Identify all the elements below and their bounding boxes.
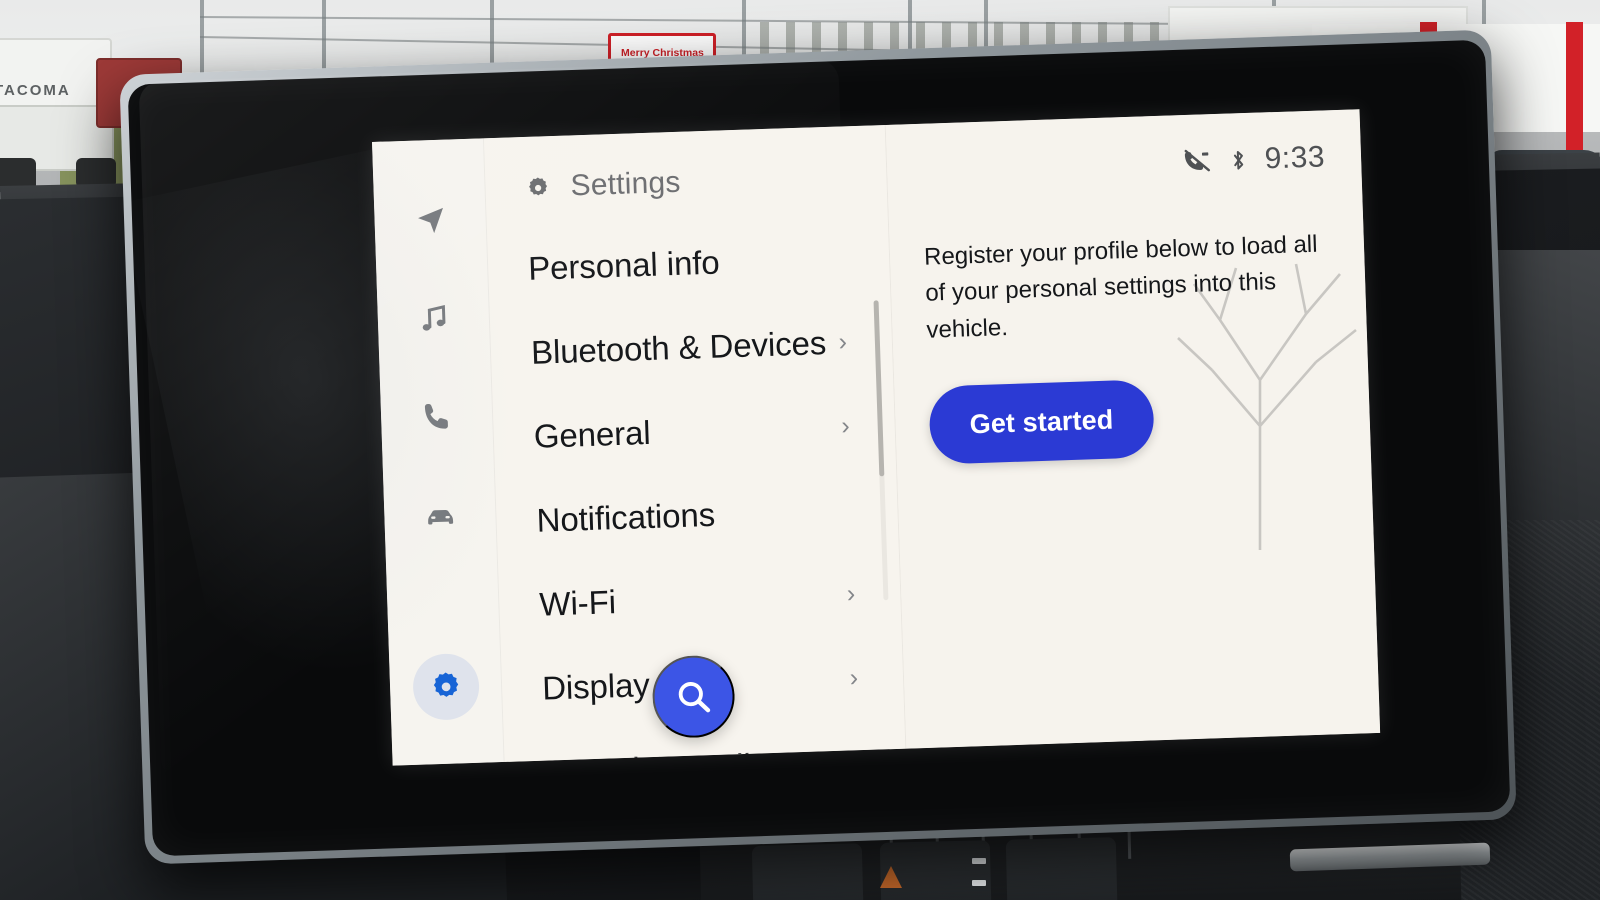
menu-item-label: Notifications <box>536 495 716 539</box>
hazard-button-block[interactable] <box>879 840 992 900</box>
settings-header: Settings <box>524 125 889 227</box>
menu-item-wifi[interactable]: Wi-Fi › <box>538 551 903 647</box>
sidebar-item-media[interactable] <box>399 285 467 353</box>
music-note-icon <box>422 304 445 331</box>
defrost-button-block[interactable] <box>1005 837 1118 900</box>
climate-button-block[interactable] <box>751 843 864 900</box>
truck-badge: TACOMA <box>0 82 71 99</box>
infotainment-ui: Settings Personal info Bluetooth & Devic… <box>372 109 1381 766</box>
menu-item-general[interactable]: General › <box>532 383 897 479</box>
status-clock: 9:33 <box>1264 140 1326 176</box>
chevron-right-icon: › <box>840 411 851 441</box>
page-title: Settings <box>570 165 682 203</box>
call-muted-icon <box>1184 149 1210 172</box>
car-icon <box>427 509 453 525</box>
sidebar-item-vehicle[interactable] <box>406 481 474 549</box>
menu-item-label: Bluetooth & Devices <box>530 324 827 371</box>
chevron-right-icon: › <box>838 327 848 357</box>
phone-handset-icon <box>424 403 448 429</box>
app-rail <box>372 138 505 766</box>
screenshot-stage: TACOMA Merry Christmas Settings Personal… <box>0 0 1600 900</box>
search-icon <box>678 681 711 713</box>
menu-item-notifications[interactable]: Notifications <box>535 467 900 563</box>
menu-item-label: General <box>533 413 652 455</box>
menu-item-label: Wi-Fi <box>538 583 617 623</box>
navigation-arrow-icon <box>417 207 443 234</box>
gear-icon <box>529 177 548 195</box>
switch-indicator <box>972 858 986 864</box>
sidebar-item-phone[interactable] <box>403 383 471 451</box>
settings-list-pane: Settings Personal info Bluetooth & Devic… <box>483 124 907 762</box>
menu-item-personal-info[interactable]: Personal info <box>527 215 892 311</box>
sidebar-item-settings[interactable] <box>411 652 480 721</box>
menu-item-label: Display <box>541 666 651 707</box>
get-started-button[interactable]: Get started <box>928 379 1155 466</box>
profile-description: Register your profile below to load all … <box>923 230 1318 344</box>
sidebar-item-navigation[interactable] <box>396 187 464 255</box>
status-bar: 9:33 <box>921 140 1326 187</box>
rail-spacer <box>442 580 444 654</box>
menu-item-bluetooth-devices[interactable]: Bluetooth & Devices › <box>530 299 895 395</box>
detail-pane: 9:33 Register your profile below to load… <box>885 109 1381 749</box>
gear-icon <box>433 672 458 697</box>
switch-indicator <box>972 880 986 886</box>
bluetooth-icon <box>1233 151 1243 170</box>
menu-item-label: Personal info <box>527 243 721 287</box>
chevron-right-icon: › <box>849 663 859 692</box>
building-column <box>1566 22 1583 152</box>
chevron-right-icon: › <box>846 579 856 608</box>
